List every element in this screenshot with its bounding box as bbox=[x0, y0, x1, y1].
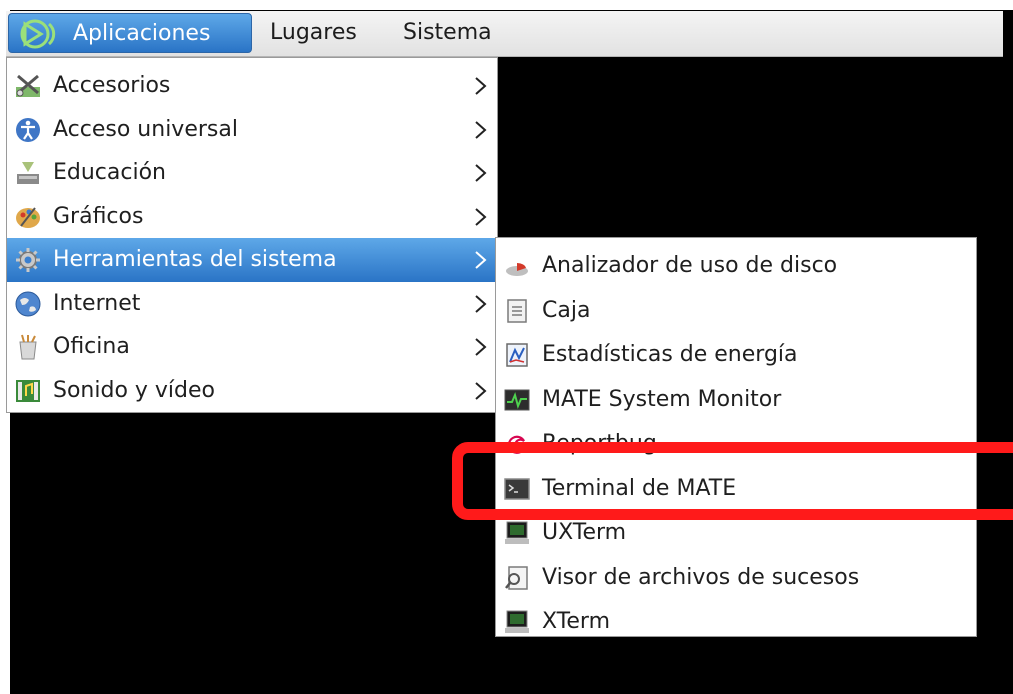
menu-item-label: Visor de archivos de sucesos bbox=[542, 564, 860, 590]
chevron-right-icon bbox=[475, 294, 487, 313]
applications-menu-button[interactable]: Aplicaciones bbox=[8, 13, 252, 53]
menu-item-accesorios[interactable]: Accesorios bbox=[7, 64, 497, 108]
menu-item-caja[interactable]: Caja bbox=[496, 289, 976, 334]
menu-item-oficina[interactable]: Oficina bbox=[7, 325, 497, 369]
disk-usage-icon bbox=[506, 262, 528, 276]
multimedia-icon bbox=[16, 379, 40, 402]
file-manager-icon bbox=[507, 298, 527, 323]
menu-item-acceso-universal[interactable]: Acceso universal bbox=[7, 108, 497, 152]
menu-item-label: Acceso universal bbox=[53, 116, 238, 142]
system-tools-submenu: Analizador de uso de disco Caja Estadíst… bbox=[495, 237, 977, 637]
system-menu-button[interactable]: Sistema bbox=[393, 13, 502, 53]
highlight-annotation-box bbox=[452, 442, 1013, 520]
education-icon bbox=[17, 162, 39, 184]
accessories-icon bbox=[16, 74, 40, 97]
menu-item-label: Caja bbox=[542, 297, 591, 323]
menu-item-label: Herramientas del sistema bbox=[53, 247, 337, 272]
office-icon bbox=[19, 334, 37, 360]
applications-menu: Accesorios Acceso universal Educación Gr… bbox=[6, 57, 498, 413]
chevron-right-icon bbox=[475, 207, 487, 226]
menu-item-label: Oficina bbox=[53, 334, 130, 359]
gear-icon bbox=[16, 248, 40, 272]
chevron-right-icon bbox=[475, 164, 487, 182]
menu-item-mate-system-monitor[interactable]: MATE System Monitor bbox=[496, 378, 976, 423]
globe-icon bbox=[15, 291, 41, 316]
menu-item-xterm[interactable]: XTerm bbox=[496, 600, 976, 645]
chevron-right-icon bbox=[475, 381, 487, 400]
menu-item-label: Estadísticas de energía bbox=[542, 342, 798, 367]
menu-item-educacion[interactable]: Educación bbox=[7, 151, 497, 195]
universal-access-icon bbox=[16, 117, 40, 142]
chevron-right-icon bbox=[475, 77, 487, 95]
menu-item-label: Internet bbox=[53, 290, 141, 316]
chevron-right-icon bbox=[475, 120, 487, 139]
menu-item-label: Analizador de uso de disco bbox=[542, 253, 838, 278]
menu-item-label: Accesorios bbox=[53, 73, 171, 98]
menu-item-internet[interactable]: Internet bbox=[7, 282, 497, 326]
uxterm-icon bbox=[505, 521, 529, 544]
menu-item-herramientas-del-sistema[interactable]: Herramientas del sistema bbox=[7, 238, 497, 282]
menu-item-label: XTerm bbox=[542, 609, 611, 634]
power-statistics-icon bbox=[506, 343, 528, 367]
mate-logo-icon bbox=[20, 19, 56, 49]
menu-item-sonido-y-video[interactable]: Sonido y vídeo bbox=[7, 369, 497, 413]
graphics-icon bbox=[16, 206, 40, 228]
menu-item-label: Educación bbox=[53, 160, 166, 185]
xterm-icon bbox=[505, 610, 529, 633]
places-menu-button[interactable]: Lugares bbox=[260, 13, 367, 53]
chevron-right-icon bbox=[475, 251, 487, 269]
applications-label: Aplicaciones bbox=[73, 21, 211, 46]
menu-item-estadisticas-de-energia[interactable]: Estadísticas de energía bbox=[496, 333, 976, 378]
system-monitor-icon bbox=[504, 389, 530, 410]
menu-item-label: Sonido y vídeo bbox=[53, 377, 216, 403]
menu-item-visor-de-archivos-de-sucesos[interactable]: Visor de archivos de sucesos bbox=[496, 556, 976, 601]
log-viewer-icon bbox=[505, 565, 528, 590]
menu-item-graficos[interactable]: Gráficos bbox=[7, 195, 497, 239]
menu-item-label: Gráficos bbox=[53, 203, 144, 229]
menu-item-label: MATE System Monitor bbox=[542, 386, 782, 412]
top-panel: Aplicaciones Lugares Sistema bbox=[6, 11, 1003, 57]
chevron-right-icon bbox=[475, 338, 487, 356]
menu-item-analizador-de-uso-de-disco[interactable]: Analizador de uso de disco bbox=[496, 244, 976, 289]
